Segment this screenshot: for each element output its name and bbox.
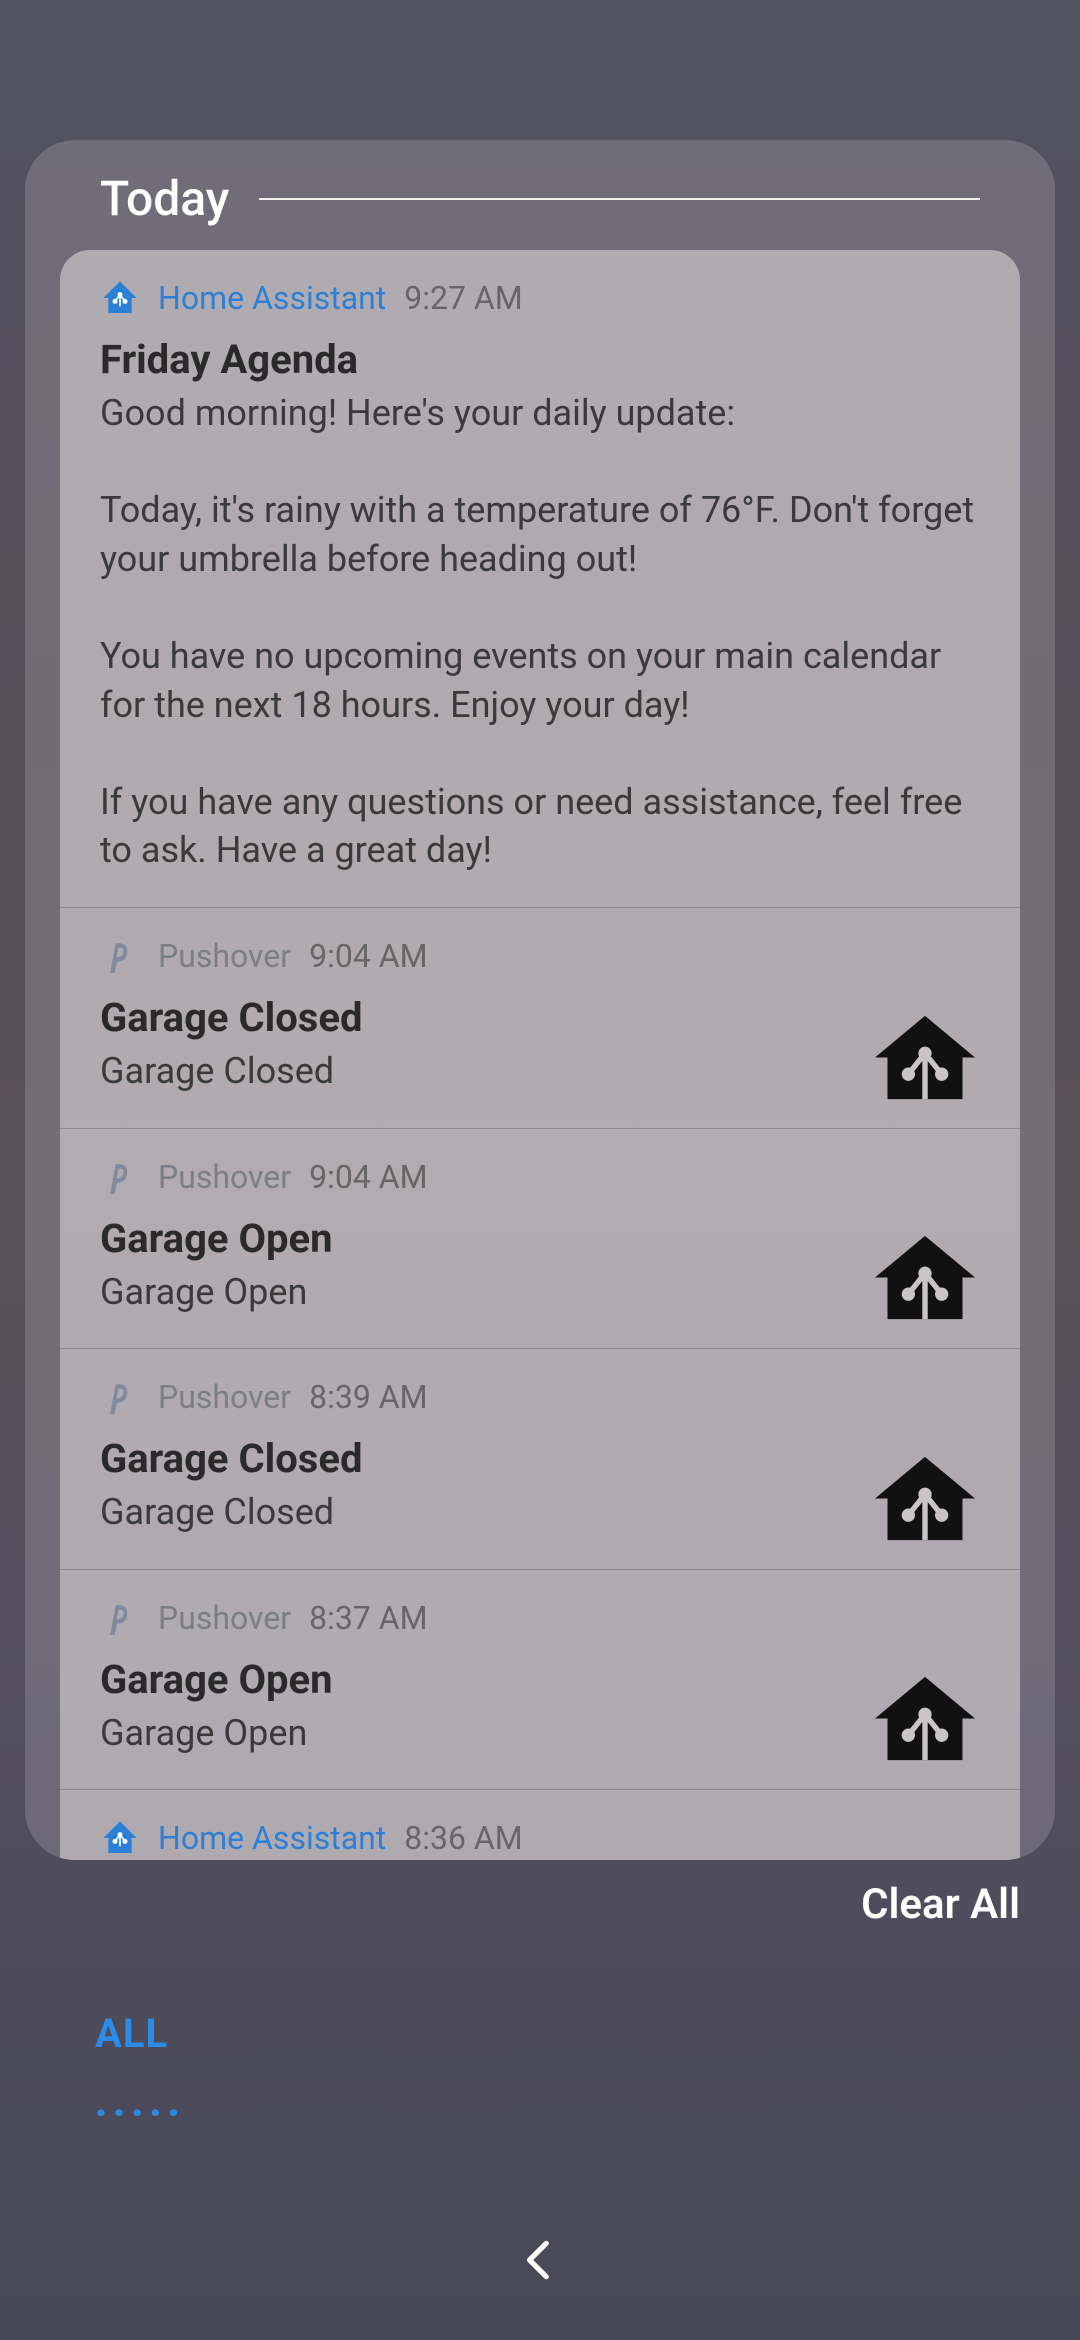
notification-card[interactable]: Home Assistant 8:36 AM Friday Agenda Goo…	[60, 1790, 1020, 1860]
notification-body: Garage Open	[100, 1268, 980, 1317]
notification-title: Garage Closed	[100, 994, 980, 1041]
home-assistant-icon	[100, 1818, 140, 1858]
notification-title: Garage Open	[100, 1656, 980, 1703]
notification-card[interactable]: Home Assistant 9:27 AM Friday Agenda Goo…	[60, 250, 1020, 908]
footer: Clear All ALL .....	[0, 1860, 1080, 2340]
back-chevron-icon[interactable]	[515, 2235, 565, 2285]
app-name: Pushover	[158, 1158, 291, 1196]
notification-body: Garage Open	[100, 1709, 980, 1758]
home-assistant-thumb-icon	[875, 1235, 975, 1320]
card-header: Pushover 9:04 AM	[100, 1157, 980, 1197]
app-name: Pushover	[158, 1378, 291, 1416]
card-header: Home Assistant 8:36 AM	[100, 1818, 980, 1858]
section-divider	[259, 198, 980, 200]
pushover-icon	[100, 936, 140, 976]
tab-all[interactable]: ALL	[95, 2010, 186, 2057]
notification-list[interactable]: Home Assistant 9:27 AM Friday Agenda Goo…	[60, 250, 1020, 1860]
clear-all-button[interactable]: Clear All	[861, 1880, 1020, 1929]
app-name: Home Assistant	[158, 279, 386, 317]
notification-card[interactable]: Pushover 8:37 AM Garage Open Garage Open	[60, 1570, 1020, 1791]
notification-time: 8:36 AM	[404, 1819, 522, 1857]
notification-time: 8:39 AM	[309, 1378, 427, 1416]
notification-card[interactable]: Pushover 9:04 AM Garage Open Garage Open	[60, 1129, 1020, 1350]
app-name: Home Assistant	[158, 1819, 386, 1857]
app-name: Pushover	[158, 1599, 291, 1637]
notification-history-panel: Today Home Assistant 9:27 AM Friday Agen…	[25, 140, 1055, 1860]
card-header: Pushover 8:37 AM	[100, 1598, 980, 1638]
filter-tabs[interactable]: ALL .....	[95, 2010, 186, 2126]
notification-body: Garage Closed	[100, 1488, 980, 1537]
home-assistant-thumb-icon	[875, 1676, 975, 1761]
notification-time: 9:04 AM	[309, 937, 427, 975]
notification-body: Good morning! Here's your daily update: …	[100, 389, 980, 875]
notification-body: Garage Closed	[100, 1047, 980, 1096]
notification-title: Friday Agenda	[100, 336, 980, 383]
card-header: Pushover 9:04 AM	[100, 936, 980, 976]
pushover-icon	[100, 1377, 140, 1417]
notification-card[interactable]: Pushover 8:39 AM Garage Closed Garage Cl…	[60, 1349, 1020, 1570]
card-header: Home Assistant 9:27 AM	[100, 278, 980, 318]
notification-title: Garage Closed	[100, 1435, 980, 1482]
notification-time: 9:27 AM	[404, 279, 522, 317]
notification-time: 9:04 AM	[309, 1158, 427, 1196]
notification-card[interactable]: Pushover 9:04 AM Garage Closed Garage Cl…	[60, 908, 1020, 1129]
section-header: Today	[25, 170, 1055, 257]
home-assistant-thumb-icon	[875, 1456, 975, 1541]
home-assistant-thumb-icon	[875, 1015, 975, 1100]
card-header: Pushover 8:39 AM	[100, 1377, 980, 1417]
tab-pager-dots: .....	[95, 2079, 186, 2126]
section-title: Today	[100, 170, 229, 227]
home-assistant-icon	[100, 278, 140, 318]
pushover-icon	[100, 1598, 140, 1638]
pushover-icon	[100, 1157, 140, 1197]
app-name: Pushover	[158, 937, 291, 975]
notification-time: 8:37 AM	[309, 1599, 427, 1637]
notification-title: Garage Open	[100, 1215, 980, 1262]
